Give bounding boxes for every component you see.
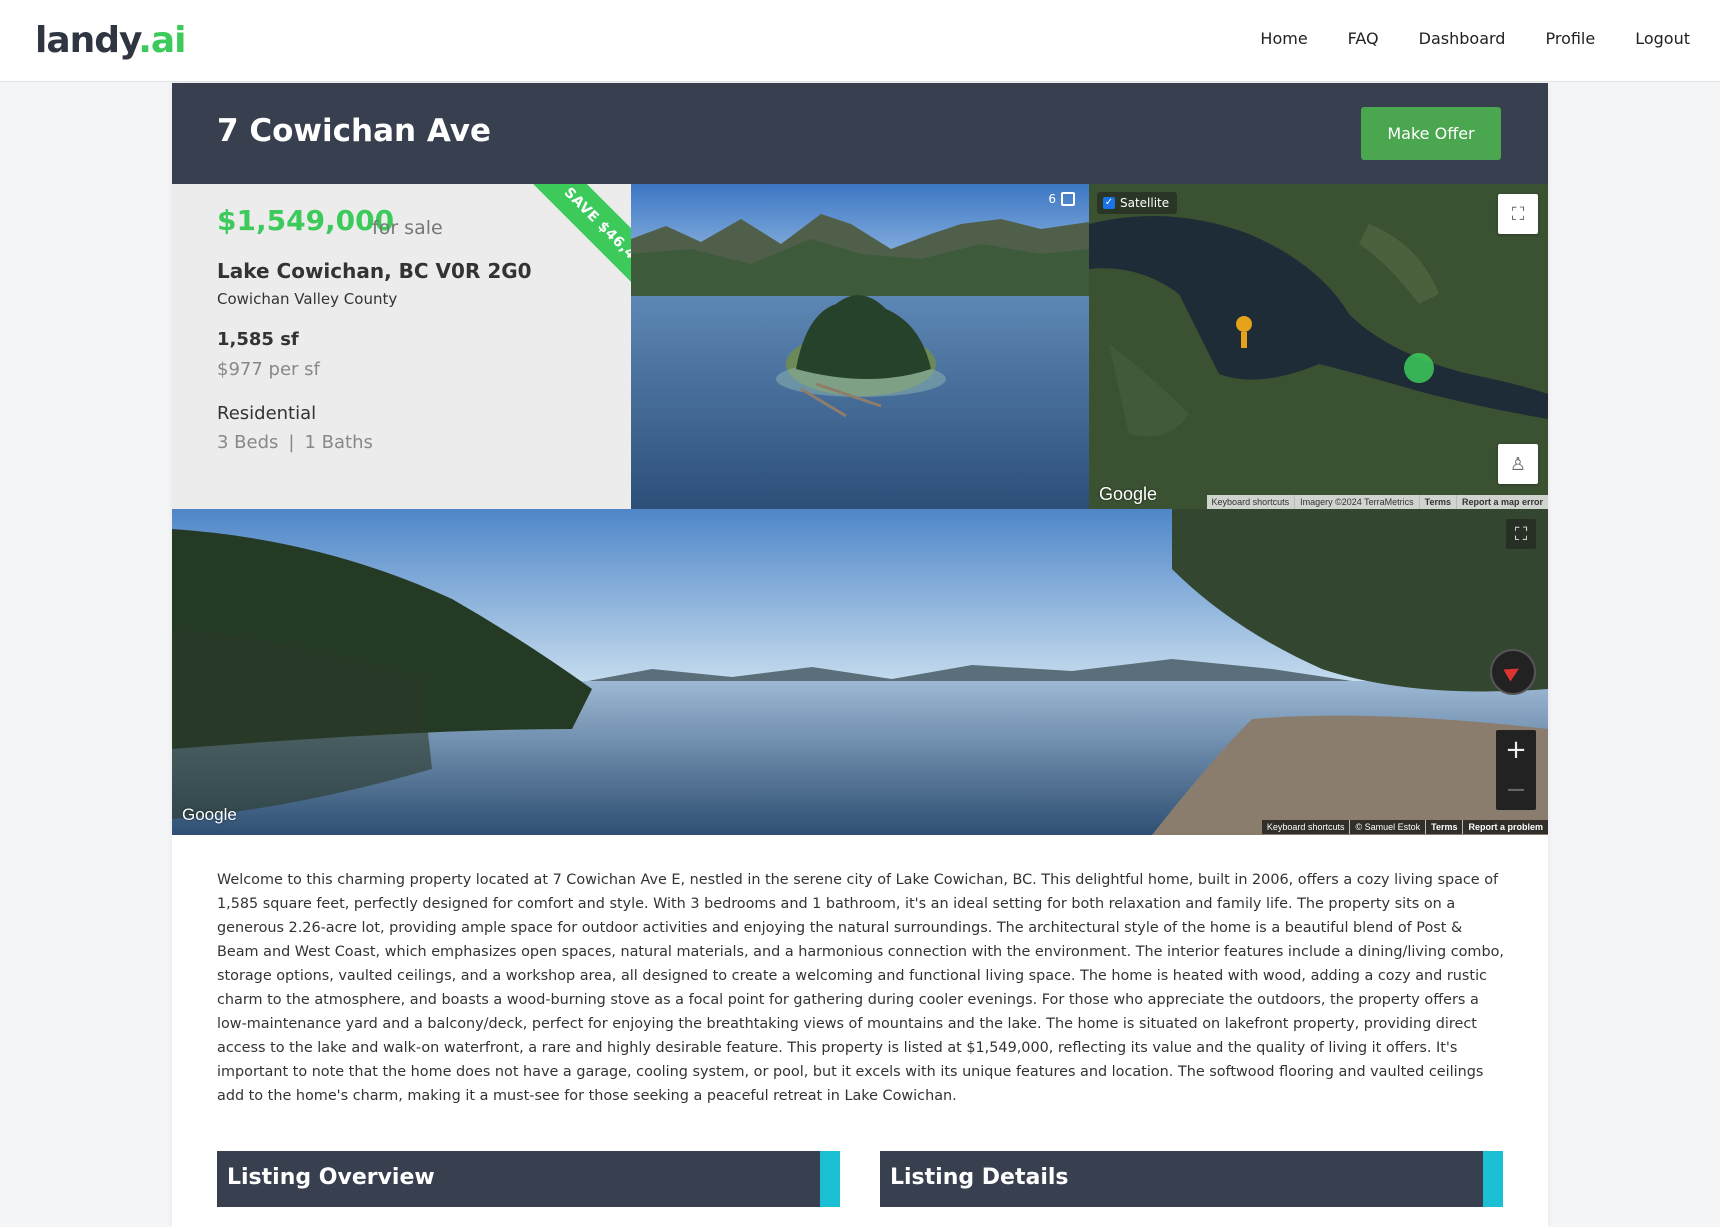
logo-suffix: .ai xyxy=(138,20,186,61)
logo-text: landy xyxy=(35,20,139,61)
nav-faq[interactable]: FAQ xyxy=(1348,29,1379,48)
main-menu: Home FAQ Dashboard Profile Logout xyxy=(1260,29,1690,48)
street-view-google-logo: Google xyxy=(182,805,237,824)
satellite-checkbox-icon: ✓ xyxy=(1103,197,1115,209)
zoom-out-button[interactable]: − xyxy=(1496,770,1536,810)
property-type: Residential xyxy=(217,403,317,424)
details-title: Listing Details xyxy=(890,1165,1069,1190)
savings-ribbon: SAVE $46,470 xyxy=(512,184,631,326)
listing-card: 7 Cowichan Ave Make Offer $1,549,000 for… xyxy=(172,83,1548,1227)
street-view-image xyxy=(172,509,1548,835)
pegman-button[interactable]: ♙ xyxy=(1498,444,1538,484)
street-view-fullscreen-button[interactable]: ⛶ xyxy=(1506,519,1536,549)
beds-baths: 3 Beds | 1 Baths xyxy=(217,432,373,453)
price-per-sf: $977 per sf xyxy=(217,359,320,380)
beds-count: 3 Beds xyxy=(217,432,279,453)
satellite-map[interactable]: ✓ Satellite ⛶ ♙ Google Keyboard shortcuts… xyxy=(1089,184,1548,509)
sv-keyboard-shortcuts-link[interactable]: Keyboard shortcuts xyxy=(1262,820,1350,834)
nav-logout[interactable]: Logout xyxy=(1635,29,1690,48)
compass-needle-icon xyxy=(1503,662,1523,682)
overview-accent-bar xyxy=(820,1151,840,1207)
minus-icon: − xyxy=(1505,775,1527,805)
city-line: Lake Cowichan, BC V0R 2G0 xyxy=(217,259,532,283)
listing-price: $1,549,000 xyxy=(217,204,395,237)
street-view-panorama[interactable]: ⛶ + − Google Keyboard shortcuts © Samuel… xyxy=(172,509,1548,835)
map-imagery-credit: Imagery ©2024 TerraMetrics xyxy=(1294,495,1419,509)
top-navbar: landy.ai Home FAQ Dashboard Profile Logo… xyxy=(0,0,1720,82)
make-offer-button[interactable]: Make Offer xyxy=(1361,107,1501,160)
beds-baths-separator: | xyxy=(288,432,295,453)
map-terms-link[interactable]: Terms xyxy=(1418,495,1456,509)
listing-title-bar: 7 Cowichan Ave Make Offer xyxy=(172,83,1548,184)
satellite-toggle[interactable]: ✓ Satellite xyxy=(1097,192,1178,214)
details-accent-bar xyxy=(1483,1151,1503,1207)
nav-profile[interactable]: Profile xyxy=(1545,29,1595,48)
nav-home[interactable]: Home xyxy=(1260,29,1307,48)
sv-report-problem-link[interactable]: Report a problem xyxy=(1462,820,1548,834)
street-view-zoom-control: + − xyxy=(1496,730,1536,810)
nav-dashboard[interactable]: Dashboard xyxy=(1419,29,1506,48)
overview-title: Listing Overview xyxy=(227,1165,435,1190)
listing-details-header: Listing Details xyxy=(880,1151,1503,1207)
map-keyboard-shortcuts-link[interactable]: Keyboard shortcuts xyxy=(1207,495,1295,509)
gallery-icon xyxy=(1061,192,1075,206)
sv-photo-credit: © Samuel Estok xyxy=(1349,820,1425,834)
plus-icon: + xyxy=(1505,735,1527,765)
sv-terms-link[interactable]: Terms xyxy=(1425,820,1462,834)
fullscreen-icon: ⛶ xyxy=(1511,203,1525,225)
lake-island-photo xyxy=(631,184,1089,509)
zoom-in-button[interactable]: + xyxy=(1496,730,1536,770)
baths-count: 1 Baths xyxy=(304,432,373,453)
street-view-attribution-bar: Keyboard shortcuts © Samuel Estok Terms … xyxy=(1261,820,1548,834)
price-status: for sale xyxy=(372,217,443,239)
listing-address-title: 7 Cowichan Ave xyxy=(217,113,492,149)
listing-summary-panel: $1,549,000 for sale Lake Cowichan, BC V0… xyxy=(172,184,631,509)
photo-counter[interactable]: 6 xyxy=(1048,192,1075,206)
landy-logo[interactable]: landy.ai xyxy=(35,20,187,61)
map-attribution-bar: Keyboard shortcuts Imagery ©2024 TerraMe… xyxy=(1206,495,1548,509)
street-view-compass[interactable] xyxy=(1490,649,1536,695)
fullscreen-icon: ⛶ xyxy=(1514,523,1528,545)
area-value: 1,585 sf xyxy=(217,329,299,350)
county-label: Cowichan Valley County xyxy=(217,290,398,308)
map-google-logo: Google xyxy=(1099,484,1158,504)
map-report-error-link[interactable]: Report a map error xyxy=(1455,495,1548,509)
listing-photo[interactable]: 6 xyxy=(631,184,1089,509)
photo-count-value: 6 xyxy=(1048,192,1056,206)
satellite-label: Satellite xyxy=(1120,196,1170,210)
listing-description: Welcome to this charming property locate… xyxy=(217,872,1504,1104)
listing-overview-header: Listing Overview xyxy=(217,1151,840,1207)
satellite-map-image xyxy=(1089,184,1548,509)
map-fullscreen-button[interactable]: ⛶ xyxy=(1498,194,1538,234)
pegman-icon: ♙ xyxy=(1509,453,1527,475)
